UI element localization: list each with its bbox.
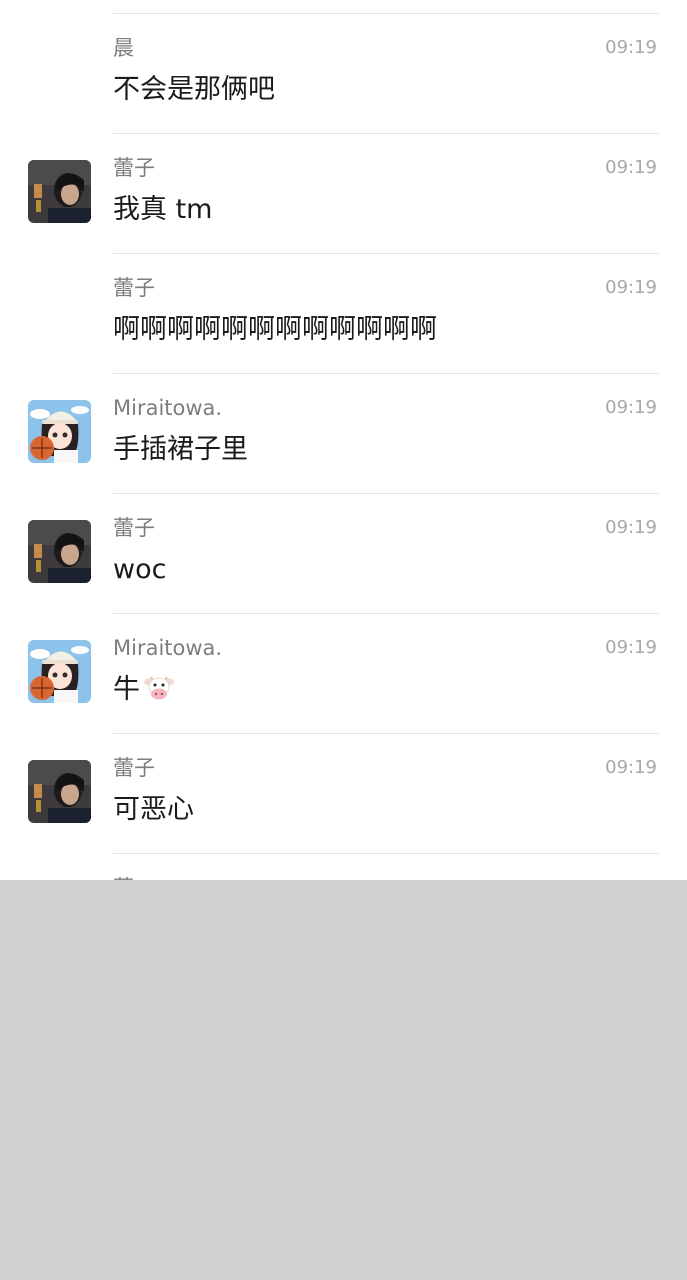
message-text[interactable]: 我真 tm [113,192,212,228]
message-time: 09:19 [605,397,657,418]
cow-face-emoji-icon [144,674,174,712]
message-item[interactable]: 蕾子 09:19 啊啊啊啊啊啊啊啊啊啊啊啊 [0,254,687,374]
avatar[interactable] [28,160,91,223]
portrait-avatar-icon [28,160,91,223]
message-time: 09:19 [605,637,657,658]
message-text[interactable]: 手插裙子里 [113,432,248,468]
sender-name[interactable]: Miraitowa. [113,634,222,662]
sender-name[interactable]: 蕾子 [113,274,155,302]
message-text[interactable]: 牛 [113,672,174,712]
message-time: 09:19 [605,37,657,58]
message-time: 09:19 [605,757,657,778]
portrait-avatar-icon [28,520,91,583]
message-text[interactable]: 啊啊啊啊啊啊啊啊啊啊啊啊 [113,312,437,348]
avatar[interactable] [28,640,91,703]
message-item[interactable]: Miraitowa. 09:19 牛 [0,614,687,734]
sender-name[interactable]: 蕾子 [113,154,155,182]
message-time: 09:19 [605,277,657,298]
message-time: 09:19 [605,157,657,178]
message-text[interactable]: woc [113,552,166,588]
sender-name[interactable]: 蕾子 [113,754,155,782]
message-text-value: 牛 [113,674,140,705]
message-item[interactable]: Miraitowa. 09:19 手插裙子里 [0,374,687,494]
avatar[interactable] [28,400,91,463]
message-item[interactable]: 蕾子 09:19 可恶心 [0,734,687,854]
message-time: 09:19 [605,517,657,538]
anime-avatar-icon [28,640,91,703]
sender-name[interactable]: Miraitowa. [113,394,222,422]
avatar[interactable] [28,520,91,583]
message-text[interactable]: 不会是那俩吧 [113,72,275,108]
message-item[interactable]: 蕾子 09:19 我真 tm [0,134,687,254]
message-item[interactable]: 晨 09:19 不会是那俩吧 [0,14,687,134]
avatar[interactable] [28,760,91,823]
sender-name[interactable]: 晨 [113,34,134,62]
anime-avatar-icon [28,400,91,463]
message-text[interactable]: 可恶心 [113,792,194,828]
message-item[interactable]: 蕾子 09:19 woc [0,494,687,614]
blank-overlay [0,880,687,1280]
portrait-avatar-icon [28,760,91,823]
sender-name[interactable]: 蕾子 [113,514,155,542]
chat-screen: 晨 09:19 不会是那俩吧 蕾子 09:19 我真 tm 蕾子 09:19 啊… [0,0,687,1280]
